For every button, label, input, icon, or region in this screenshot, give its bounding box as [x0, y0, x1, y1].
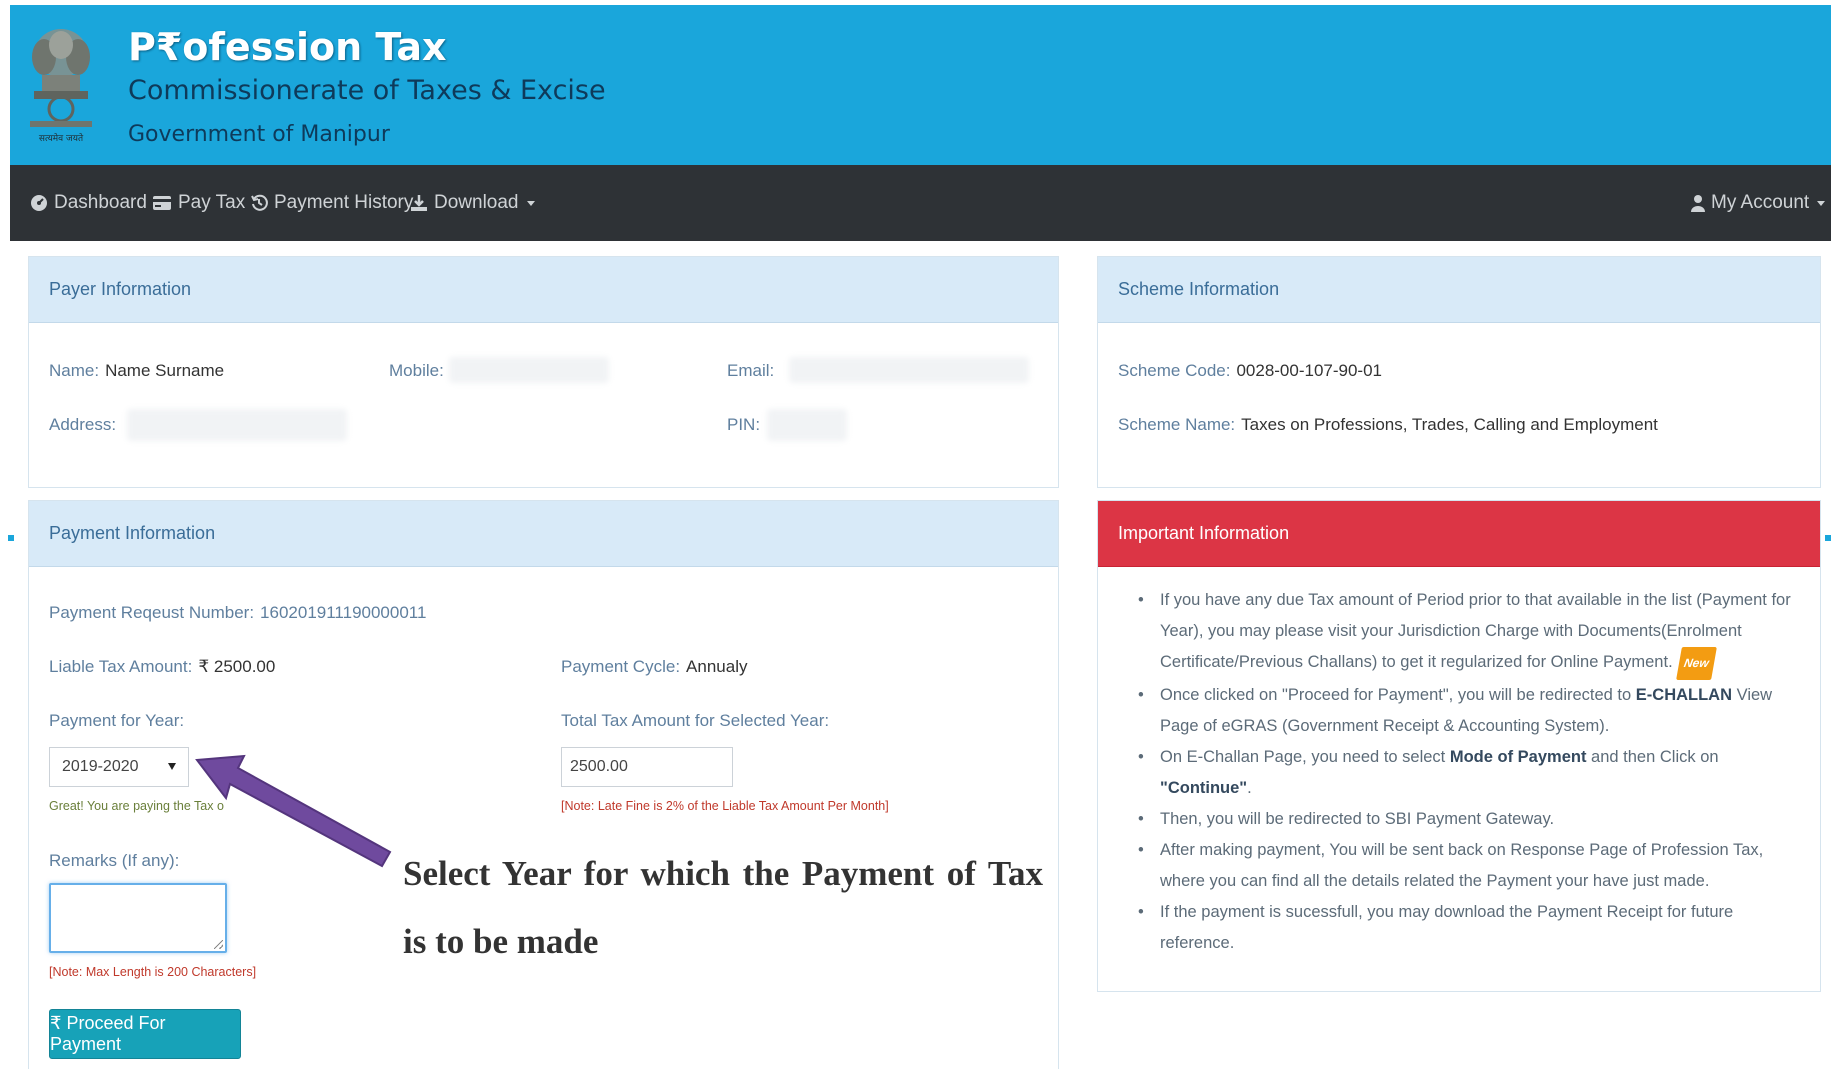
list-item: After making payment, You will be sent b…: [1138, 835, 1798, 897]
liable-tax-amount: Liable Tax Amount: ₹ 2500.00: [49, 657, 276, 676]
my-account-label: My Account: [1711, 192, 1810, 213]
list-item: If the payment is sucessfull, you may do…: [1138, 897, 1798, 959]
payment-year-select[interactable]: 2019-2020: [49, 747, 189, 787]
redacted-mobile: [449, 357, 609, 383]
list-item: Once clicked on "Proceed for Payment", y…: [1138, 680, 1798, 742]
my-account-dropdown[interactable]: My Account: [1691, 165, 1826, 241]
nav-pay-tax[interactable]: Pay Tax: [152, 165, 245, 241]
list-item: If you have any due Tax amount of Period…: [1138, 585, 1798, 680]
payer-address-label: Address:: [49, 415, 117, 434]
late-fine-note: [Note: Late Fine is 2% of the Liable Tax…: [561, 799, 889, 813]
payer-mobile-label: Mobile:: [389, 361, 444, 380]
remarks-label: Remarks (If any):: [49, 851, 180, 870]
annotation-callout: Select Year for which the Payment of Tax…: [403, 854, 1043, 961]
year-status-note: Great! You are paying the Tax on time: [49, 799, 224, 813]
nav-download-dropdown[interactable]: Download: [410, 165, 535, 241]
site-header: सत्यमेव जयते P₹ofession Tax Commissioner…: [10, 5, 1831, 165]
pay-tax-icon: [153, 196, 171, 210]
payer-email-label: Email:: [727, 361, 775, 380]
proceed-for-payment-button[interactable]: ₹ Proceed For Payment: [49, 1009, 241, 1059]
resize-handle-icon[interactable]: [214, 940, 223, 949]
total-tax-label: Total Tax Amount for Selected Year:: [561, 711, 830, 730]
edge-marker: [1825, 535, 1831, 541]
user-icon: [1691, 195, 1705, 212]
scheme-code-field: Scheme Code: 0028-00-107-90-01: [1118, 361, 1383, 380]
list-item: Then, you will be redirected to SBI Paym…: [1138, 804, 1798, 835]
nav-payment-history-label: Payment History: [274, 192, 414, 213]
nav-dashboard-label: Dashboard: [54, 192, 147, 213]
panel-heading: Payer Information: [29, 257, 1058, 323]
important-info-list: If you have any due Tax amount of Period…: [1138, 585, 1798, 959]
redacted-email: [789, 357, 1029, 383]
history-icon: [251, 194, 268, 211]
payment-request-number: Payment Reqeust Number: 16020191119000001…: [49, 603, 427, 622]
remarks-length-note: [Note: Max Length is 200 Characters]: [49, 965, 257, 979]
redacted-pin: [767, 409, 847, 441]
scheme-information-panel: Scheme Information Scheme Code: 0028-00-1…: [1097, 256, 1821, 488]
total-tax-amount-input[interactable]: 2500.00: [561, 747, 733, 787]
edge-marker: [8, 535, 14, 541]
chevron-down-icon: [1817, 200, 1826, 206]
dropdown-arrow-icon: [168, 763, 176, 770]
department-name: Commissionerate of Taxes & Excise: [128, 75, 606, 106]
panel-heading: Scheme Information: [1098, 257, 1820, 323]
important-information-panel: Important Information If you have any du…: [1097, 500, 1821, 992]
payment-cycle: Payment Cycle: Annualy: [561, 657, 748, 676]
redacted-address: [127, 409, 347, 441]
chevron-down-icon: [526, 200, 535, 206]
payer-pin-label: PIN:: [727, 415, 761, 434]
scheme-name-field: Scheme Name: Taxes on Professions, Trades…: [1118, 415, 1658, 434]
app-title: P₹ofession Tax: [128, 25, 447, 69]
new-badge: New: [1675, 647, 1717, 680]
panel-heading: Important Information: [1098, 501, 1820, 567]
download-icon: [411, 195, 427, 211]
svg-text:सत्यमेव जयते: सत्यमेव जयते: [39, 132, 84, 144]
remarks-textarea[interactable]: [49, 883, 227, 953]
nav-download-label: Download: [434, 192, 519, 213]
government-name: Government of Manipur: [128, 122, 390, 147]
payer-information-panel: Payer Information Name: Name Surname Mobi…: [28, 256, 1059, 488]
payer-name-field: Name: Name Surname: [49, 361, 225, 380]
main-nav: Dashboard Pay Tax Payment History Downlo…: [10, 165, 1831, 241]
payment-year-label: Payment for Year:: [49, 711, 185, 730]
nav-payment-history[interactable]: Payment History: [250, 165, 413, 241]
nav-dashboard[interactable]: Dashboard: [30, 165, 147, 241]
emblem-icon: सत्यमेव जयते: [30, 29, 92, 144]
panel-heading: Payment Information: [29, 501, 1058, 567]
dashboard-icon: [31, 195, 47, 211]
nav-pay-tax-label: Pay Tax: [178, 192, 246, 213]
payment-information-panel: Payment Information Payment Reqeust Numb…: [28, 500, 1059, 1069]
list-item: On E-Challan Page, you need to select Mo…: [1138, 742, 1798, 804]
